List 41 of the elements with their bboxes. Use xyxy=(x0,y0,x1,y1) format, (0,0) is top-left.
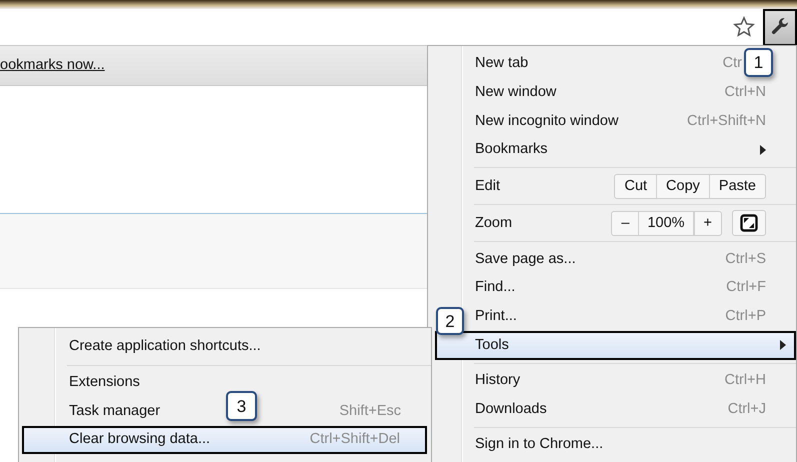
callout-label: 2 xyxy=(436,307,464,335)
menu-item[interactable]: Find... xyxy=(475,277,516,300)
shortcut-label: Ctrl+Shift+N xyxy=(687,112,766,131)
settings-button[interactable] xyxy=(763,8,797,46)
menu-item[interactable]: Clear browsing data... Ctrl+Shift+Del xyxy=(22,426,427,454)
menu-item[interactable]: Task manager xyxy=(69,400,160,422)
menu-item[interactable]: Downloads xyxy=(475,398,547,421)
menu-item[interactable]: Tools xyxy=(435,331,796,360)
menu-item[interactable]: Create application shortcuts... xyxy=(69,336,261,358)
menu-label: Zoom xyxy=(475,214,512,232)
zoom-in-button[interactable]: + xyxy=(694,212,721,236)
shortcut-label: Ctrl+H xyxy=(724,371,766,390)
shortcut-label: Ctr xyxy=(722,54,742,74)
fullscreen-button[interactable] xyxy=(732,210,766,236)
edit-button[interactable]: Paste xyxy=(708,174,765,198)
fullscreen-icon xyxy=(740,214,758,232)
menu-item[interactable]: New tab xyxy=(475,53,528,76)
zoom-level: 100% xyxy=(638,212,694,236)
callout-label: 3 xyxy=(226,391,257,421)
callout-label: 1 xyxy=(744,48,773,77)
menu-item[interactable]: Print... xyxy=(475,306,517,328)
menu-item[interactable]: Bookmarks xyxy=(475,139,548,161)
menu-item[interactable]: Save page as... xyxy=(475,248,576,271)
menu-label: Edit xyxy=(475,176,500,196)
shortcut-label: Ctrl+N xyxy=(724,83,766,102)
shortcut-label: Ctrl+J xyxy=(728,400,766,419)
wrench-icon xyxy=(770,17,790,37)
shortcut-label: Ctrl+P xyxy=(725,306,766,326)
bookmark-star-icon[interactable] xyxy=(733,16,755,38)
edit-button[interactable]: Cut xyxy=(615,174,656,198)
menu-item[interactable]: New window xyxy=(475,82,556,104)
shortcut-label: Shift+Esc xyxy=(339,402,401,421)
shortcut-label: Ctrl+S xyxy=(725,250,766,269)
bookmarks-link[interactable]: ookmarks now... xyxy=(0,54,105,76)
menu-item[interactable]: History xyxy=(475,370,520,392)
zoom-out-button[interactable]: – xyxy=(612,212,638,236)
edit-button[interactable]: Copy xyxy=(656,174,709,198)
shortcut-label: Ctrl+F xyxy=(726,278,766,298)
menu-item[interactable]: New incognito window xyxy=(475,110,618,132)
menu-item[interactable]: Extensions xyxy=(69,372,140,394)
menu-item[interactable]: Sign in to Chrome... xyxy=(475,434,604,456)
